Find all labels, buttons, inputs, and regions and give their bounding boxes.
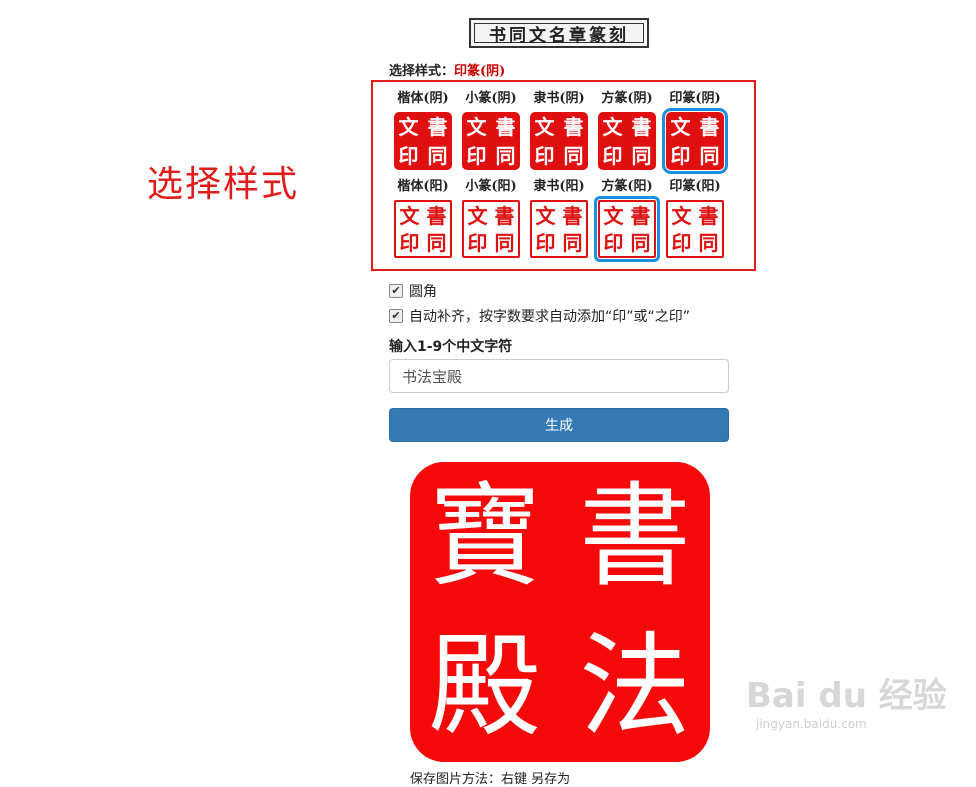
seal-glyph: 寶 xyxy=(429,472,541,602)
seal-glyph: 印 xyxy=(535,230,556,255)
seal-glyph: 同 xyxy=(427,143,448,168)
seal-glyph: 書 xyxy=(562,203,583,228)
seal-glyph: 同 xyxy=(495,143,516,168)
style-option-kaiti-yin[interactable]: 楷体(阴) 書 文 同 印 xyxy=(390,90,456,170)
style-option-label: 印篆(阳) xyxy=(669,179,721,194)
style-option-label: 方篆(阳) xyxy=(601,179,653,194)
seal-glyph: 文 xyxy=(671,203,692,228)
seal-glyph: 書 xyxy=(427,114,448,139)
seal-thumbnail: 書 文 同 印 xyxy=(666,200,724,258)
seal-glyph: 印 xyxy=(398,143,419,168)
seal-glyph: 文 xyxy=(602,114,623,139)
style-option-kaiti-yang[interactable]: 楷体(阳) 書 文 同 印 xyxy=(390,178,456,258)
autofill-option[interactable]: ✔ 自动补齐，按字数要求自动添加“印”或“之印” xyxy=(389,306,690,326)
seal-glyph: 同 xyxy=(494,230,515,255)
seal-glyph: 文 xyxy=(603,203,624,228)
seal-glyph: 同 xyxy=(699,143,720,168)
watermark-url: jingyan.baidu.com xyxy=(756,717,867,731)
style-option-label: 隶书(阳) xyxy=(533,179,585,194)
style-option-label: 楷体(阴) xyxy=(397,91,449,106)
style-option-label: 印篆(阴) xyxy=(669,91,721,106)
style-option-xiaozhuan-yin[interactable]: 小篆(阴) 書 文 同 印 xyxy=(458,90,524,170)
seal-glyph: 殿 xyxy=(429,622,541,752)
seal-glyph: 印 xyxy=(466,143,487,168)
generate-button[interactable]: 生成 xyxy=(389,408,729,442)
seal-glyph: 同 xyxy=(563,143,584,168)
style-label-text: 选择样式： xyxy=(389,64,455,79)
seal-glyph: 印 xyxy=(603,230,624,255)
seal-glyph: 書 xyxy=(698,203,719,228)
style-option-lishu-yang[interactable]: 隶书(阳) 書 文 同 印 xyxy=(526,178,592,258)
seal-glyph: 印 xyxy=(602,143,623,168)
seal-glyph: 書 xyxy=(563,114,584,139)
style-option-label: 楷体(阳) xyxy=(397,179,449,194)
style-option-yinzhuan-yin[interactable]: 印篆(阴) 書 文 同 印 xyxy=(662,90,728,174)
seal-thumbnail: 書 文 同 印 xyxy=(462,200,520,258)
seal-glyph: 文 xyxy=(534,114,555,139)
seal-glyph: 文 xyxy=(467,203,488,228)
seal-glyph: 文 xyxy=(466,114,487,139)
seal-glyph: 文 xyxy=(670,114,691,139)
seal-thumbnail-hovered: 書 文 同 印 xyxy=(594,196,660,262)
seal-glyph: 同 xyxy=(630,230,651,255)
seal-glyph: 印 xyxy=(467,230,488,255)
seal-glyph: 同 xyxy=(562,230,583,255)
seal-glyph: 書 xyxy=(699,114,720,139)
style-option-yinzhuan-yang[interactable]: 印篆(阳) 書 文 同 印 xyxy=(662,178,728,258)
select-style-annotation: 选择样式 xyxy=(147,164,300,205)
seal-glyph: 法 xyxy=(579,622,691,752)
baidu-jingyan-watermark: Bai du 经验 jingyan.baidu.com xyxy=(746,668,947,731)
style-option-label: 隶书(阴) xyxy=(533,91,585,106)
seal-glyph: 書 xyxy=(495,114,516,139)
rounded-corner-checkbox[interactable]: ✔ xyxy=(389,284,403,298)
seal-glyph: 文 xyxy=(398,114,419,139)
rounded-corner-option[interactable]: ✔ 圆角 xyxy=(389,281,437,301)
style-option-fangzhuan-yin[interactable]: 方篆(阴) 書 文 同 印 xyxy=(594,90,660,170)
seal-glyph: 書 xyxy=(631,114,652,139)
seal-thumbnail: 書 文 同 印 xyxy=(394,112,452,170)
page-title-banner: 书同文名章篆刻 xyxy=(469,18,649,48)
style-option-fangzhuan-yang[interactable]: 方篆(阳) 書 文 同 印 xyxy=(594,178,660,262)
page-title: 书同文名章篆刻 xyxy=(489,25,629,46)
seal-glyph: 同 xyxy=(698,230,719,255)
autofill-label: 自动补齐，按字数要求自动添加“印”或“之印” xyxy=(409,309,691,325)
seal-glyph: 書 xyxy=(579,472,691,602)
seal-thumbnail: 書 文 同 印 xyxy=(598,112,656,170)
seal-glyph: 書 xyxy=(494,203,515,228)
save-instructions-text: 保存图片方法：右键 另存为 xyxy=(410,772,571,787)
seal-glyph: 書 xyxy=(630,203,651,228)
seal-thumbnail: 書 文 同 印 xyxy=(394,200,452,258)
style-option-lishu-yin[interactable]: 隶书(阴) 書 文 同 印 xyxy=(526,90,592,170)
seal-glyph: 書 xyxy=(426,203,447,228)
seal-glyph: 印 xyxy=(671,230,692,255)
seal-glyph: 文 xyxy=(399,203,420,228)
name-input[interactable] xyxy=(389,359,729,393)
seal-thumbnail-selected: 書 文 同 印 xyxy=(662,108,728,174)
seal-thumbnail: 書 文 同 印 xyxy=(530,112,588,170)
seal-glyph: 同 xyxy=(631,143,652,168)
seal-glyph: 印 xyxy=(534,143,555,168)
seal-thumbnail: 書 文 同 印 xyxy=(530,200,588,258)
generated-seal-image: 書 法 寶 殿 xyxy=(410,462,710,762)
input-label: 输入1-9个中文字符 xyxy=(389,339,513,355)
style-option-label: 小篆(阳) xyxy=(465,179,517,194)
seal-glyph: 印 xyxy=(670,143,691,168)
watermark-logo-text: Bai du 经验 xyxy=(746,676,947,716)
seal-thumbnail: 書 文 同 印 xyxy=(462,112,520,170)
autofill-checkbox[interactable]: ✔ xyxy=(389,309,403,323)
seal-glyph: 文 xyxy=(535,203,556,228)
seal-glyph: 印 xyxy=(399,230,420,255)
style-option-xiaozhuan-yang[interactable]: 小篆(阳) 書 文 同 印 xyxy=(458,178,524,258)
selected-style-value: 印篆(阴) xyxy=(454,64,506,79)
style-label: 选择样式：印篆(阴) xyxy=(389,60,505,79)
rounded-corner-label: 圆角 xyxy=(409,284,437,300)
seal-glyph: 同 xyxy=(426,230,447,255)
style-option-label: 方篆(阴) xyxy=(601,91,653,106)
style-option-label: 小篆(阴) xyxy=(465,91,517,106)
